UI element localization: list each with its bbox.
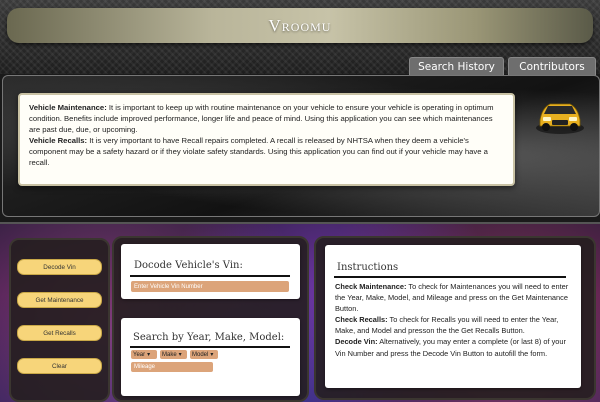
maintenance-info-heading: Vehicle Maintenance: xyxy=(29,103,107,112)
chevron-down-icon: ▾ xyxy=(210,352,214,358)
info-card: Vehicle Maintenance: It is important to … xyxy=(18,93,515,186)
recalls-info: Vehicle Recalls: It is very important to… xyxy=(29,135,504,168)
divider xyxy=(130,346,290,348)
maintenance-info: Vehicle Maintenance: It is important to … xyxy=(29,102,504,135)
instr-maintenance: Check Maintenance: To check for Maintena… xyxy=(335,281,575,314)
make-select[interactable]: Make ▾ xyxy=(160,350,187,359)
app-header: Vroomu xyxy=(7,8,593,43)
instr-decode: Decode Vin: Alternatively, you may enter… xyxy=(335,336,575,358)
divider xyxy=(130,275,290,277)
clear-button[interactable]: Clear xyxy=(17,358,102,374)
instr-decode-heading: Decode Vin: xyxy=(335,337,378,347)
year-select[interactable]: Year ▾ xyxy=(131,350,157,359)
chevron-down-icon: ▾ xyxy=(147,352,151,358)
contributors-tab[interactable]: Contributors xyxy=(508,57,596,76)
instr-recalls-heading: Check Recalls: xyxy=(335,315,388,325)
model-select-label: Model xyxy=(192,351,209,358)
chevron-down-icon: ▾ xyxy=(178,352,182,358)
vin-input[interactable]: Enter Vehicle Vin Number xyxy=(131,281,289,292)
instructions-body: Check Maintenance: To check for Maintena… xyxy=(335,281,575,359)
instr-maintenance-heading: Check Maintenance: xyxy=(335,282,407,291)
mileage-input[interactable]: Mileage xyxy=(131,362,213,372)
decode-vin-button[interactable]: Decode Vin xyxy=(17,259,102,275)
car-image xyxy=(536,103,584,134)
recalls-info-text: It is very important to have Recall repa… xyxy=(29,136,488,167)
instr-recalls: Check Recalls: To check for Recalls you … xyxy=(335,314,575,336)
search-history-tab[interactable]: Search History xyxy=(409,57,504,76)
instructions-heading: Instructions xyxy=(337,262,399,273)
get-maintenance-button[interactable]: Get Maintenance xyxy=(17,292,102,308)
recalls-info-heading: Vehicle Recalls: xyxy=(29,136,88,145)
get-recalls-button[interactable]: Get Recalls xyxy=(17,325,102,341)
year-select-label: Year xyxy=(133,351,146,358)
make-select-label: Make xyxy=(162,351,177,358)
search-heading: Search by Year, Make, Model: xyxy=(133,332,285,343)
decode-heading: Docode Vehicle's Vin: xyxy=(134,260,243,271)
model-select[interactable]: Model ▾ xyxy=(190,350,218,359)
app-title: Vroomu xyxy=(268,15,332,35)
divider xyxy=(334,276,566,278)
